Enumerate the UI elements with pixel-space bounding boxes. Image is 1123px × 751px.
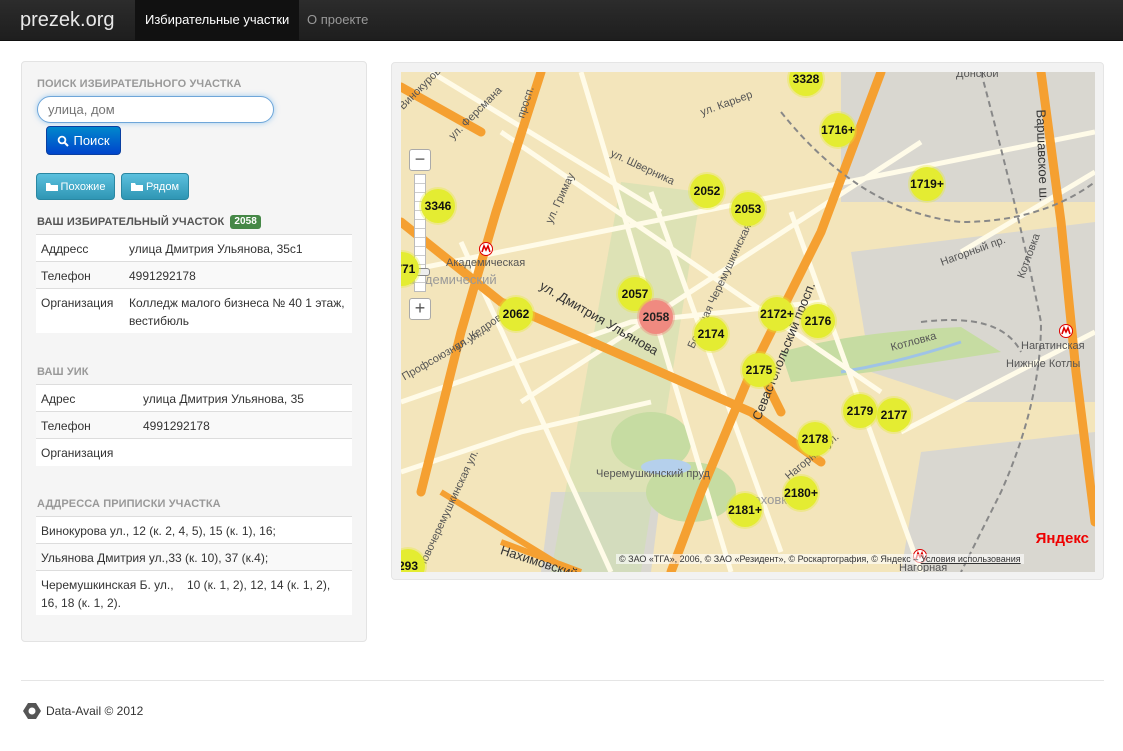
addresses-table: Винокурова ул., 12 (к. 2, 4, 5), 15 (к. … <box>36 516 352 615</box>
table-row: Винокурова ул., 12 (к. 2, 4, 5), 15 (к. … <box>36 516 352 544</box>
station-cluster[interactable]: 2179 <box>843 394 877 428</box>
search-button[interactable]: Поиск <box>46 126 121 155</box>
station-cluster[interactable]: 2172+ <box>760 297 794 331</box>
station-cluster[interactable]: 2177 <box>877 398 911 432</box>
map-canvas[interactable]: ул. Ферсмана просп. ул. Карьер Донской у… <box>401 72 1095 572</box>
station-cluster[interactable]: 2062 <box>499 297 533 331</box>
sidebar: ПОИСК ИЗБИРАТЕЛЬНОГО УЧАСТКА Поиск Похож… <box>21 61 367 642</box>
metro-icon <box>1059 324 1073 338</box>
station-cluster[interactable]: 2180+ <box>784 476 818 510</box>
street-label: Варшавское ш. <box>1033 109 1052 202</box>
nearby-button[interactable]: Рядом <box>121 173 189 200</box>
table-row: Адрес улица Дмитрия Ульянова, 35 <box>36 384 352 412</box>
navbar: prezek.org Избирательные участки О проек… <box>0 0 1123 41</box>
search-button-label: Поиск <box>73 133 110 148</box>
station-cluster[interactable]: 2174 <box>694 317 728 351</box>
table-row: Телефон 4991292178 <box>36 261 352 289</box>
data-avail-logo-icon <box>23 703 41 719</box>
pond-label: Черемушкинский пруд <box>596 468 710 480</box>
search-icon <box>58 135 70 147</box>
station-cluster[interactable]: 2181+ <box>728 493 762 527</box>
station-cluster[interactable]: 2176 <box>801 304 835 338</box>
table-row: Организация Колледж малого бизнеса № 40 … <box>36 288 352 333</box>
map-copyright: © ЗАО «ТГА», 2006, © ЗАО «Резидент», © Р… <box>616 554 1024 564</box>
station-cluster[interactable]: 1716+ <box>821 113 855 147</box>
table-row: Черемушкинская Б. ул., 10 (к. 1, 2), 12,… <box>36 570 352 615</box>
terms-link[interactable]: Условия использования <box>921 554 1021 564</box>
yandex-logo[interactable]: Яндекс <box>1036 530 1089 547</box>
station-cluster[interactable]: 2053 <box>731 192 765 226</box>
address-search-input[interactable] <box>37 96 274 123</box>
station-cluster[interactable]: 1719+ <box>910 167 944 201</box>
similar-button[interactable]: Похожие <box>36 173 115 200</box>
commission-info-table: Адрес улица Дмитрия Ульянова, 35 Телефон… <box>36 384 352 466</box>
table-row: Аддресс улица Дмитрия Ульянова, 35с1 <box>36 234 352 262</box>
station-number-badge: 2058 <box>230 215 261 229</box>
station-label-nagatinskaya: Нагатинская <box>1021 340 1085 352</box>
similar-button-label: Похожие <box>60 180 106 193</box>
map-panel: ул. Ферсмана просп. ул. Карьер Донской у… <box>391 62 1104 580</box>
nearby-button-label: Рядом <box>145 180 180 193</box>
station-cluster[interactable]: 2178 <box>798 422 832 456</box>
table-row: Телефон 4991292178 <box>36 411 352 439</box>
addresses-section-title: АДДРЕССА ПРИПИСКИ УЧАСТКА <box>37 498 221 510</box>
zoom-in-button[interactable]: + <box>409 298 431 320</box>
nav-about[interactable]: О проекте <box>297 0 378 40</box>
street-label: Донской <box>956 72 999 80</box>
footer: Data-Avail © 2012 <box>22 702 143 720</box>
nav-polling-stations[interactable]: Избирательные участки <box>135 0 300 40</box>
station-cluster[interactable]: 3346 <box>421 189 455 223</box>
brand-logo[interactable]: prezek.org <box>20 8 115 32</box>
metro-icon <box>479 242 493 256</box>
commission-section-title: ВАШ УИК <box>37 366 89 378</box>
table-row: Организация <box>36 438 352 466</box>
zoom-out-button[interactable]: − <box>409 149 431 171</box>
footer-divider <box>21 680 1104 681</box>
station-cluster[interactable]: 2052 <box>690 174 724 208</box>
footer-copyright: Data-Avail © 2012 <box>46 704 144 718</box>
station-label-nizhnie-kotly: Нижние Котлы <box>1006 358 1081 370</box>
station-cluster[interactable]: 2175 <box>742 353 776 387</box>
station-section-title: ВАШ ИЗБИРАТЕЛЬНЫЙ УЧАСТОК 2058 <box>37 215 261 229</box>
folder-icon <box>45 182 58 191</box>
table-row: Ульянова Дмитрия ул.,33 (к. 10), 37 (к.4… <box>36 543 352 571</box>
station-info-table: Аддресс улица Дмитрия Ульянова, 35с1 Тел… <box>36 234 352 333</box>
search-section-title: ПОИСК ИЗБИРАТЕЛЬНОГО УЧАСТКА <box>37 78 242 90</box>
station-label-akademicheskaya: Академическая <box>446 257 526 269</box>
folder-icon <box>130 182 143 191</box>
station-cluster-selected[interactable]: 2058 <box>639 300 673 334</box>
